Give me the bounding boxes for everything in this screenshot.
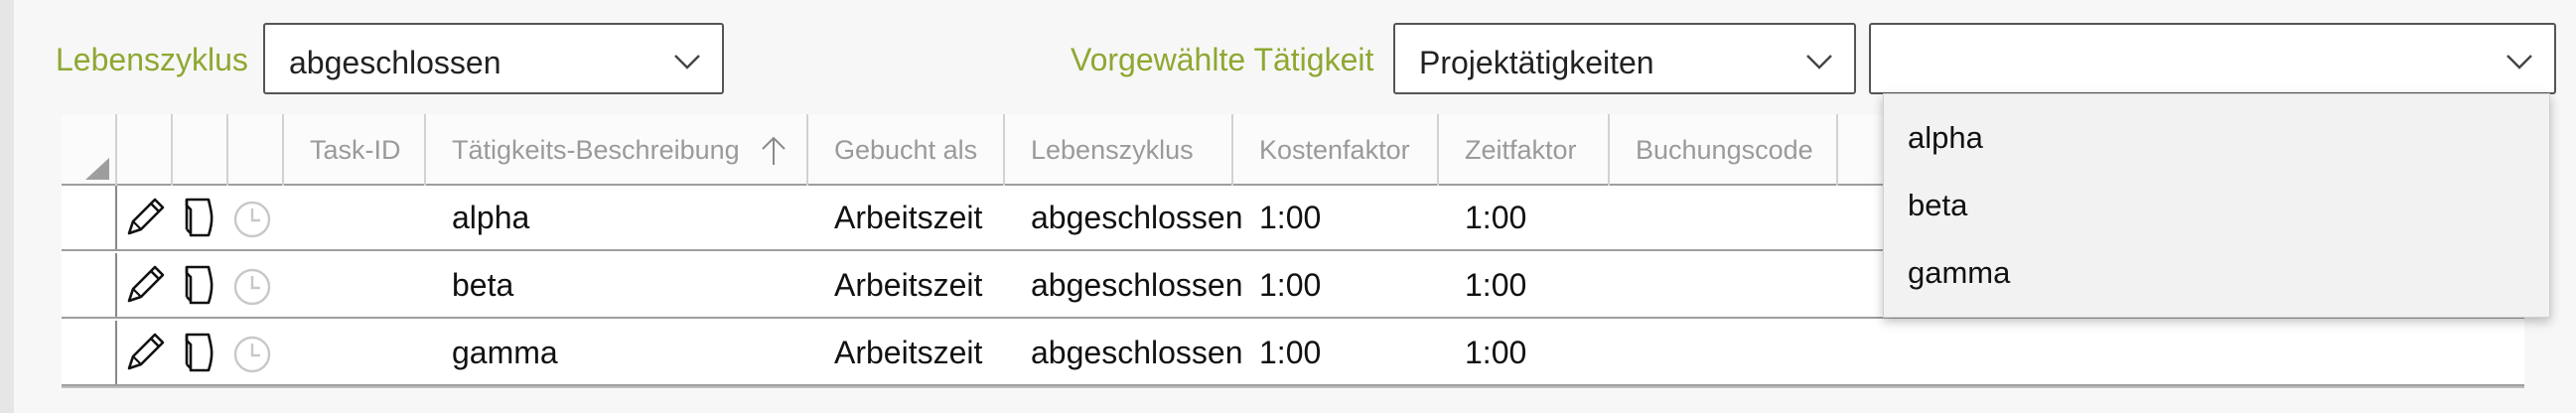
arrow-up-icon — [762, 136, 786, 165]
dropdown-option-alpha[interactable]: alpha — [1884, 104, 2549, 172]
pencil-icon[interactable] — [123, 333, 167, 374]
activity-filter-dropdown-list: alpha beta gamma — [1883, 93, 2550, 318]
column-header-task-id[interactable]: Task-ID — [284, 114, 426, 186]
chevron-down-icon — [2506, 55, 2532, 69]
column-header-description[interactable]: Tätigkeits-Beschreibung — [426, 114, 808, 186]
header-action-col — [117, 114, 173, 186]
cell-time-factor: 1:00 — [1465, 267, 1527, 303]
cell-lifecycle: abgeschlossen — [1031, 267, 1243, 303]
select-all-cell[interactable] — [62, 114, 117, 186]
clock-icon[interactable] — [232, 267, 272, 307]
cell-booked-as: Arbeitszeit — [834, 200, 983, 235]
cell-booking-code — [1610, 253, 1636, 317]
cell-lifecycle: abgeschlossen — [1031, 200, 1243, 235]
activity-filter-select[interactable] — [1869, 23, 2556, 94]
cell-task-id — [284, 253, 310, 317]
cell-cost-factor: 1:00 — [1259, 335, 1322, 370]
chevron-down-icon — [674, 55, 700, 69]
activity-select-value: Projektätigkeiten — [1419, 45, 1654, 80]
cell-description: beta — [452, 267, 514, 303]
column-header-label: Tätigkeits-Beschreibung — [452, 135, 740, 165]
row-header-separator — [115, 186, 117, 249]
cell-task-id — [284, 321, 310, 384]
chevron-down-icon — [1806, 55, 1832, 69]
activity-label: Vorgewählte Tätigkeit — [1071, 42, 1374, 77]
column-header-booked-as[interactable]: Gebucht als — [808, 114, 1005, 186]
column-header-lifecycle[interactable]: Lebenszyklus — [1005, 114, 1233, 186]
cell-description: alpha — [452, 200, 530, 235]
lifecycle-select[interactable]: abgeschlossen — [263, 23, 724, 94]
dropdown-option-gamma[interactable]: gamma — [1884, 239, 2549, 307]
column-header-time-factor[interactable]: Zeitfaktor — [1439, 114, 1610, 186]
dropdown-option-beta[interactable]: beta — [1884, 172, 2549, 239]
cell-booking-code — [1610, 186, 1636, 249]
clock-icon[interactable] — [232, 335, 272, 374]
header-action-col — [228, 114, 284, 186]
pencil-icon[interactable] — [123, 265, 167, 307]
cell-description: gamma — [452, 335, 558, 370]
table-row[interactable]: gamma Arbeitszeit abgeschlossen 1:00 1:0… — [62, 321, 2524, 386]
document-icon[interactable] — [181, 331, 220, 374]
cell-booked-as: Arbeitszeit — [834, 335, 983, 370]
lifecycle-select-value: abgeschlossen — [289, 45, 501, 80]
row-header-separator — [115, 321, 117, 384]
cell-cost-factor: 1:00 — [1259, 200, 1322, 235]
row-header-separator — [115, 253, 117, 317]
app-root: Lebenszyklus abgeschlossen Vorgewählte T… — [0, 0, 2576, 413]
cell-booked-as: Arbeitszeit — [834, 267, 983, 303]
activity-select[interactable]: Projektätigkeiten — [1393, 23, 1856, 94]
column-header-booking-code[interactable]: Buchungscode — [1610, 114, 1838, 186]
cell-lifecycle: abgeschlossen — [1031, 335, 1243, 370]
select-all-triangle-icon — [85, 158, 109, 180]
lifecycle-label: Lebenszyklus — [56, 42, 248, 77]
document-icon[interactable] — [181, 196, 220, 239]
cell-task-id — [284, 186, 310, 249]
cell-time-factor: 1:00 — [1465, 200, 1527, 235]
document-icon[interactable] — [181, 263, 220, 307]
clock-icon[interactable] — [232, 200, 272, 239]
cell-time-factor: 1:00 — [1465, 335, 1527, 370]
column-header-cost-factor[interactable]: Kostenfaktor — [1233, 114, 1439, 186]
header-action-col — [173, 114, 228, 186]
pencil-icon[interactable] — [123, 198, 167, 239]
cell-cost-factor: 1:00 — [1259, 267, 1322, 303]
cell-booking-code — [1610, 321, 1636, 384]
